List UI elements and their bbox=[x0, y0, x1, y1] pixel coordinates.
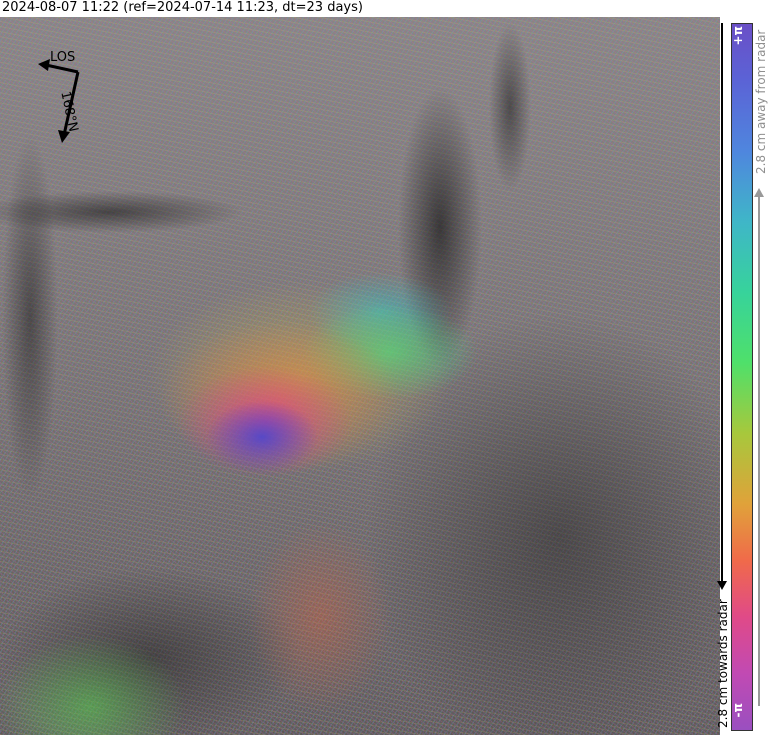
toward-radar-label: 2.8 cm towards radar bbox=[716, 599, 730, 728]
image-title: 2024-08-07 11:22 (ref=2024-07-14 11:23, … bbox=[2, 0, 363, 15]
toward-line bbox=[721, 23, 723, 583]
los-arrowhead-icon bbox=[38, 59, 50, 71]
phase-colorbar bbox=[731, 23, 753, 731]
toward-arrow-icon bbox=[717, 581, 727, 590]
away-radar-label: 2.8 cm away from radar bbox=[754, 30, 768, 175]
colorbar-top-label: +π bbox=[731, 26, 745, 46]
los-label: LOS bbox=[50, 50, 76, 65]
compass-arrows bbox=[38, 59, 80, 143]
los-arrow-icon bbox=[45, 63, 79, 74]
colorbar-bottom-label: -π bbox=[731, 703, 745, 718]
away-line bbox=[758, 196, 760, 706]
